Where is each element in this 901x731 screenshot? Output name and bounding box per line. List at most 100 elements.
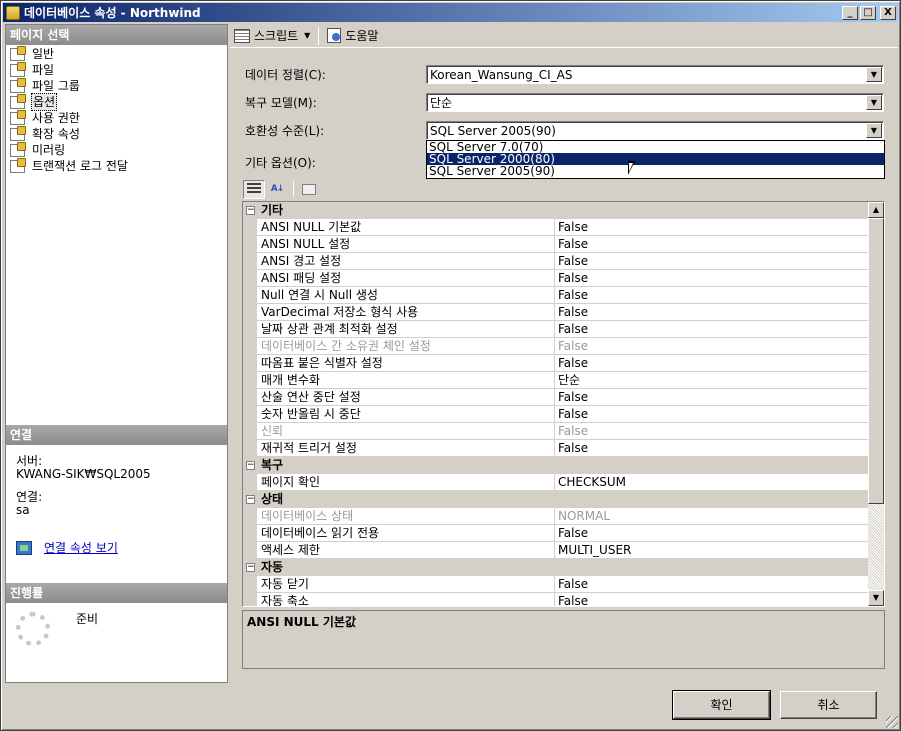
property-row[interactable]: 데이터베이스 상태 NORMAL — [243, 508, 869, 525]
property-value[interactable]: False — [555, 338, 869, 355]
property-category[interactable]: − 기타 — [243, 202, 869, 219]
page-item-1[interactable]: 파일 — [10, 61, 224, 78]
vertical-scrollbar[interactable]: ▲ ▼ — [868, 202, 884, 606]
help-button[interactable]: 도움말 — [323, 25, 382, 47]
categorized-button[interactable] — [243, 179, 265, 199]
property-row[interactable]: Null 연결 시 Null 생성 False — [243, 287, 869, 304]
property-row[interactable]: 매개 변수화 단순 — [243, 372, 869, 389]
property-row-gutter — [243, 321, 257, 338]
page-item-3[interactable]: 옵션 — [10, 93, 224, 111]
property-row[interactable]: 재귀적 트리거 설정 False — [243, 440, 869, 457]
dropdown-option[interactable]: SQL Server 2005(90) — [427, 165, 884, 177]
property-value[interactable]: MULTI_USER — [555, 542, 869, 559]
property-pages-button[interactable] — [298, 180, 320, 199]
grid-toolbar-separator — [293, 181, 294, 197]
ok-button[interactable]: 확인 — [672, 690, 771, 720]
chevron-down-icon[interactable]: ▼ — [866, 67, 882, 82]
property-row-gutter — [243, 236, 257, 253]
property-value[interactable]: NORMAL — [555, 508, 869, 525]
property-value[interactable]: 단순 — [555, 372, 869, 389]
property-value[interactable]: False — [555, 440, 869, 457]
resize-grip-icon[interactable] — [886, 716, 898, 728]
page-item-4[interactable]: 사용 권한 — [10, 109, 224, 126]
dropdown-option[interactable]: SQL Server 7.0(70) — [427, 141, 884, 153]
property-value[interactable]: False — [555, 219, 869, 236]
property-value[interactable]: False — [555, 304, 869, 321]
property-row[interactable]: ANSI 패딩 설정 False — [243, 270, 869, 287]
property-row[interactable]: 자동 축소 False — [243, 593, 869, 606]
property-row[interactable]: 산술 연산 중단 설정 False — [243, 389, 869, 406]
property-row[interactable]: ANSI NULL 설정 False — [243, 236, 869, 253]
scroll-down-icon[interactable]: ▼ — [868, 590, 884, 606]
collapse-icon[interactable]: − — [246, 563, 255, 572]
property-row[interactable]: VarDecimal 저장소 형식 사용 False — [243, 304, 869, 321]
property-value[interactable]: False — [555, 423, 869, 440]
property-row[interactable]: 자동 닫기 False — [243, 576, 869, 593]
property-value[interactable]: False — [555, 321, 869, 338]
property-row[interactable]: 데이터베이스 간 소유권 체인 설정 False — [243, 338, 869, 355]
dropdown-option[interactable]: SQL Server 2000(80) — [427, 153, 884, 165]
property-row[interactable]: ANSI 경고 설정 False — [243, 253, 869, 270]
maximize-button[interactable]: □ — [860, 5, 876, 20]
page-icon — [10, 77, 26, 93]
property-row-gutter — [243, 542, 257, 559]
scrollbar-thumb[interactable] — [868, 218, 884, 504]
collapse-icon[interactable]: − — [246, 495, 255, 504]
page-item-label: 일반 — [32, 47, 55, 61]
compatibility-level-select[interactable]: SQL Server 2005(90) ▼ — [426, 121, 884, 140]
page-item-7[interactable]: 트랜잭션 로그 전달 — [10, 157, 224, 174]
close-button[interactable]: X — [880, 5, 896, 20]
property-name: 액세스 제한 — [257, 542, 555, 559]
title-bar[interactable]: 데이터베이스 속성 - Northwind _ □ X — [3, 3, 898, 22]
chevron-down-icon[interactable]: ▼ — [866, 95, 882, 110]
toolbar-separator — [318, 26, 320, 45]
property-row-gutter — [243, 593, 257, 606]
compatibility-level-value: SQL Server 2005(90) — [430, 123, 556, 138]
property-category[interactable]: − 자동 — [243, 559, 869, 576]
property-row[interactable]: 신뢰 False — [243, 423, 869, 440]
property-grid[interactable]: − 기타 ANSI NULL 기본값 False ANSI NULL 설정 False AN… — [242, 201, 885, 607]
property-row[interactable]: 숫자 반올림 시 중단 False — [243, 406, 869, 423]
chevron-down-icon[interactable]: ▼ — [304, 31, 310, 40]
property-value[interactable]: False — [555, 236, 869, 253]
property-category[interactable]: − 복구 — [243, 457, 869, 474]
sort-alphabetical-icon: A↓ — [270, 184, 284, 194]
property-row[interactable]: ANSI NULL 기본값 False — [243, 219, 869, 236]
cancel-button[interactable]: 취소 — [780, 691, 877, 719]
description-text: ANSI NULL 기본값 — [247, 615, 356, 629]
property-value[interactable]: False — [555, 576, 869, 593]
collapse-icon[interactable]: − — [246, 461, 255, 470]
property-value[interactable]: CHECKSUM — [555, 474, 869, 491]
property-row[interactable]: 데이터베이스 읽기 전용 False — [243, 525, 869, 542]
property-row[interactable]: 페이지 확인 CHECKSUM — [243, 474, 869, 491]
view-connection-properties[interactable]: 연결 속성 보기 — [16, 539, 118, 556]
chevron-down-icon[interactable]: ▼ — [866, 123, 882, 138]
view-connection-link[interactable]: 연결 속성 보기 — [44, 539, 118, 556]
property-value[interactable]: False — [555, 270, 869, 287]
compatibility-dropdown-list[interactable]: SQL Server 7.0(70) SQL Server 2000(80) SQL… — [426, 140, 885, 179]
property-row[interactable]: 날짜 상관 관계 최적화 설정 False — [243, 321, 869, 338]
recovery-model-select[interactable]: 단순 ▼ — [426, 93, 884, 112]
collapse-icon[interactable]: − — [246, 206, 255, 215]
collation-select[interactable]: Korean_Wansung_CI_AS ▼ — [426, 65, 884, 84]
property-row[interactable]: 따옴표 붙은 식별자 설정 False — [243, 355, 869, 372]
page-item-2[interactable]: 파일 그룹 — [10, 77, 224, 94]
property-value[interactable]: False — [555, 253, 869, 270]
property-value[interactable]: False — [555, 593, 869, 606]
property-value[interactable]: False — [555, 355, 869, 372]
minimize-button[interactable]: _ — [842, 5, 858, 20]
alphabetical-button[interactable]: A↓ — [266, 180, 288, 199]
connection-header: 연결 — [6, 425, 227, 445]
property-value[interactable]: False — [555, 287, 869, 304]
page-item-5[interactable]: 확장 속성 — [10, 125, 224, 142]
script-button[interactable]: 스크립트 ▼ — [230, 25, 314, 47]
page-item-6[interactable]: 미러링 — [10, 141, 224, 158]
property-category[interactable]: − 상태 — [243, 491, 869, 508]
property-value[interactable]: False — [555, 406, 869, 423]
property-value[interactable]: False — [555, 525, 869, 542]
property-row-gutter — [243, 372, 257, 389]
property-value[interactable]: False — [555, 389, 869, 406]
scroll-up-icon[interactable]: ▲ — [868, 202, 884, 218]
page-item-0[interactable]: 일반 — [10, 45, 224, 62]
property-row[interactable]: 액세스 제한 MULTI_USER — [243, 542, 869, 559]
